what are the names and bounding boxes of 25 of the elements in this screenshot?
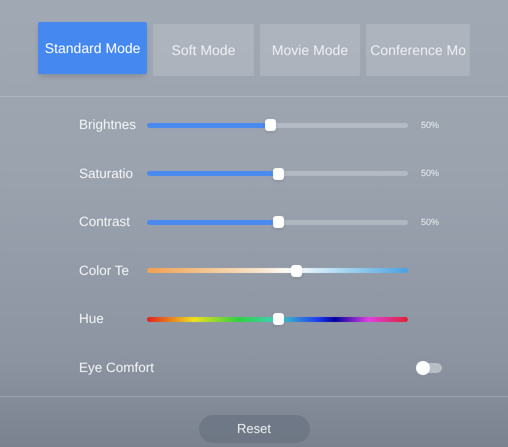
mode-tab[interactable]: Movie Mode bbox=[260, 24, 360, 76]
slider[interactable] bbox=[147, 168, 408, 180]
slider[interactable] bbox=[147, 119, 408, 132]
mode-tab[interactable]: Soft Mode bbox=[153, 24, 254, 76]
setting-label: Contrast bbox=[79, 213, 132, 232]
slider[interactable] bbox=[147, 313, 408, 326]
slider-thumb[interactable] bbox=[272, 216, 284, 228]
slider-thumb[interactable] bbox=[264, 119, 276, 132]
setting-label: Brightnes bbox=[79, 116, 138, 134]
reset-button[interactable]: Reset bbox=[198, 415, 310, 443]
value-label: 50% bbox=[421, 216, 440, 228]
setting-label: Color Te bbox=[79, 262, 130, 280]
mode-tab[interactable]: Standard Mode bbox=[38, 22, 148, 74]
slider-thumb[interactable] bbox=[272, 313, 284, 326]
toggle-switch[interactable] bbox=[418, 362, 442, 373]
setting-label: Hue bbox=[79, 310, 105, 328]
mode-tab[interactable]: Conference Mo bbox=[366, 24, 470, 76]
slider[interactable] bbox=[147, 216, 408, 228]
slider-thumb[interactable] bbox=[272, 168, 284, 180]
slider-thumb[interactable] bbox=[290, 264, 302, 277]
value-label: 50% bbox=[421, 167, 440, 180]
setting-label: Eye Comfort bbox=[79, 358, 154, 377]
value-label: 50% bbox=[421, 118, 440, 132]
setting-label: Saturatio bbox=[79, 164, 134, 183]
slider[interactable] bbox=[147, 264, 408, 277]
